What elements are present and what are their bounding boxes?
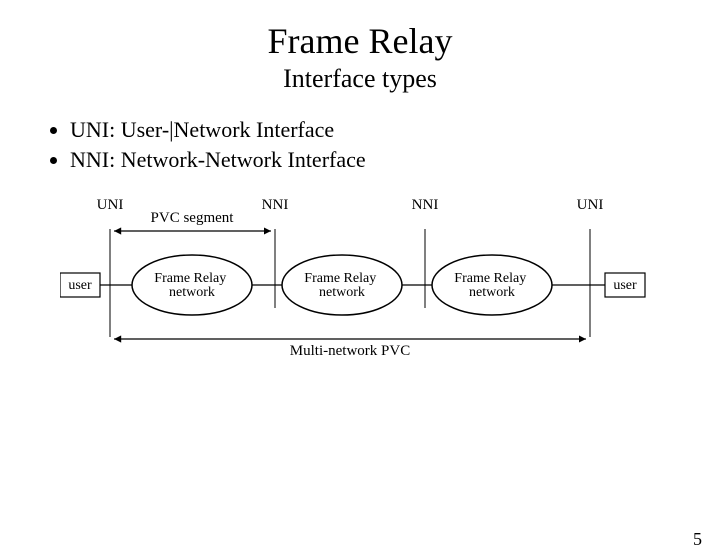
label-nni-left: NNI (262, 197, 289, 213)
label-multi-pvc: Multi-network PVC (290, 343, 410, 359)
bullet-item: UNI: User-|Network Interface (70, 116, 720, 144)
label-nni-right: NNI (412, 197, 439, 213)
bullet-list: UNI: User-|Network Interface NNI: Networ… (30, 116, 720, 173)
label-user-left: user (68, 278, 92, 293)
slide-subtitle: Interface types (0, 64, 720, 94)
bullet-item: NNI: Network-Network Interface (70, 146, 720, 174)
label-user-right: user (613, 278, 637, 293)
label-pvc-segment: PVC segment (151, 210, 235, 226)
label-uni-left: UNI (97, 197, 124, 213)
interface-diagram: UNI NNI NNI UNI PVC segment user user (60, 195, 650, 375)
slide-title: Frame Relay (0, 20, 720, 62)
label-uni-right: UNI (577, 197, 604, 213)
